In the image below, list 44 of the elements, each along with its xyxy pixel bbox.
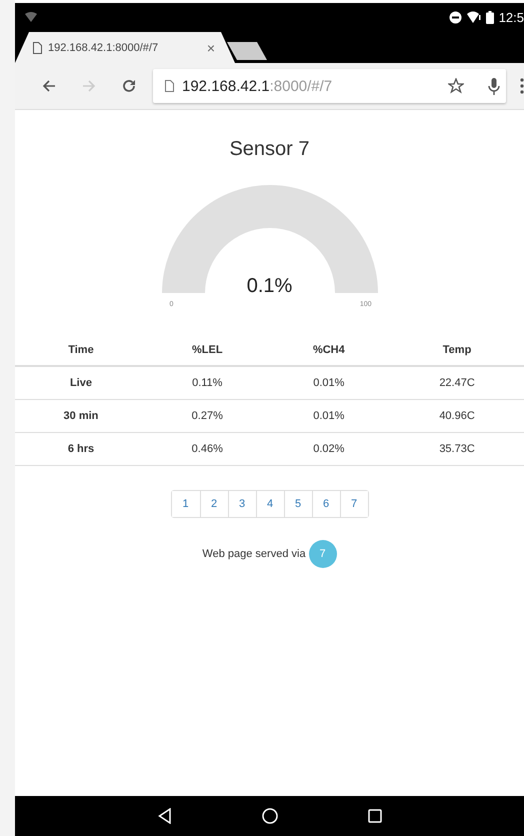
- page-link[interactable]: 7: [340, 491, 368, 517]
- new-tab-button[interactable]: [227, 42, 267, 60]
- wifi-icon: [466, 11, 481, 23]
- table-cell: 0.02%: [268, 432, 390, 466]
- home-nav-icon[interactable]: [262, 808, 278, 824]
- close-tab-button[interactable]: ×: [206, 40, 215, 56]
- sensor-title: Sensor 7: [229, 138, 310, 161]
- table-cell: 0.11%: [146, 366, 268, 400]
- address-bar[interactable]: 192.168.42.1:8000/#/7: [153, 69, 506, 103]
- table-cell: 0.01%: [268, 400, 390, 432]
- wifi-icon: [25, 12, 37, 22]
- url-host: 192.168.42.1: [182, 78, 270, 94]
- column-header: Temp: [390, 335, 524, 366]
- status-time: 12:5: [498, 10, 524, 24]
- back-nav-icon[interactable]: [158, 808, 172, 824]
- reload-icon: [122, 79, 136, 93]
- footer-badge: 7: [308, 540, 337, 568]
- do-not-disturb-icon: [448, 10, 462, 24]
- star-icon[interactable]: [448, 78, 464, 94]
- table-cell: 0.46%: [146, 432, 268, 466]
- recents-nav-icon[interactable]: [368, 809, 382, 823]
- table-cell: Live: [15, 366, 147, 400]
- page-icon: [165, 80, 174, 92]
- forward-arrow-icon: [82, 79, 96, 93]
- microphone-icon[interactable]: [488, 78, 500, 94]
- footer-text: Web page served via: [202, 548, 306, 560]
- column-header: Time: [15, 335, 147, 366]
- column-header: %CH4: [268, 335, 390, 366]
- browser-tab[interactable]: 192.168.42.1:8000/#/7 ×: [15, 32, 235, 63]
- url-path: :8000/#/7: [270, 78, 332, 94]
- table-cell: 30 min: [15, 400, 147, 432]
- table-cell: 0.27%: [146, 400, 268, 432]
- table-cell: 40.96C: [390, 400, 524, 432]
- table-cell: 22.47C: [390, 366, 524, 400]
- battery-icon: [486, 10, 494, 24]
- table-cell: 35.73C: [390, 432, 524, 466]
- more-icon[interactable]: [520, 78, 524, 94]
- tab-title: 192.168.42.1:8000/#/7: [48, 42, 160, 54]
- back-arrow-icon: [42, 79, 56, 93]
- column-header: %LEL: [146, 335, 268, 366]
- table-cell: 6 hrs: [15, 432, 147, 466]
- gauge-value: 0.1%: [246, 275, 294, 298]
- table-cell: 0.01%: [268, 366, 390, 400]
- page-icon: [33, 42, 42, 54]
